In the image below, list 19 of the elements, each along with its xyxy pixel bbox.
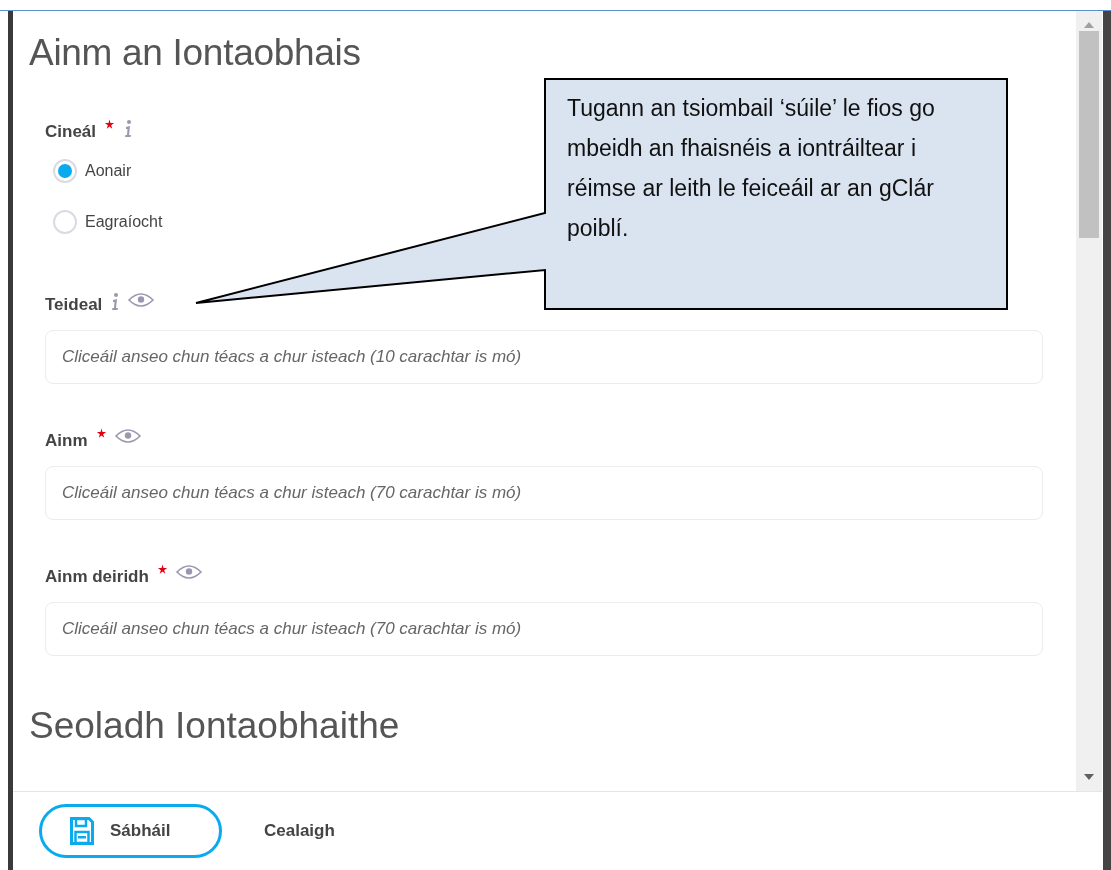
- radio-option[interactable]: Aonair: [53, 159, 132, 183]
- text-field[interactable]: Cliceáil anseo chun téacs a chur isteach (10 carachtar is mó): [45, 330, 1043, 384]
- info-icon[interactable]: [110, 292, 121, 312]
- section-heading: Seoladh Iontaobhaithe: [29, 706, 401, 746]
- field-label: Ainm: [45, 430, 88, 452]
- callout-text: Tugann an tsiombail ‘súile’ le fios go mbeidh an fhaisnéis a iontráiltear i réimse ar leith le feiceáil ar an gClár poiblí.: [567, 94, 936, 243]
- field-label: Ainm deiridh: [45, 566, 149, 588]
- text-field[interactable]: Cliceáil anseo chun téacs a chur isteach (70 carachtar is mó): [45, 602, 1043, 656]
- radio-option[interactable]: Eagraíocht: [53, 210, 163, 234]
- save-button[interactable]: Sábháil: [39, 804, 222, 858]
- section-heading: Ainm an Iontaobhais: [29, 33, 362, 73]
- scroll-down-icon[interactable]: [1084, 773, 1094, 781]
- info-icon[interactable]: [123, 119, 134, 139]
- scrollbar-thumb[interactable]: [1079, 31, 1099, 238]
- field-label: Cineál: [45, 121, 97, 143]
- field-label: Teideal: [45, 294, 103, 316]
- scrollbar[interactable]: [1076, 11, 1102, 791]
- scroll-up-icon[interactable]: [1084, 21, 1094, 29]
- text-field[interactable]: Cliceáil anseo chun téacs a chur isteach (70 carachtar is mó): [45, 466, 1043, 520]
